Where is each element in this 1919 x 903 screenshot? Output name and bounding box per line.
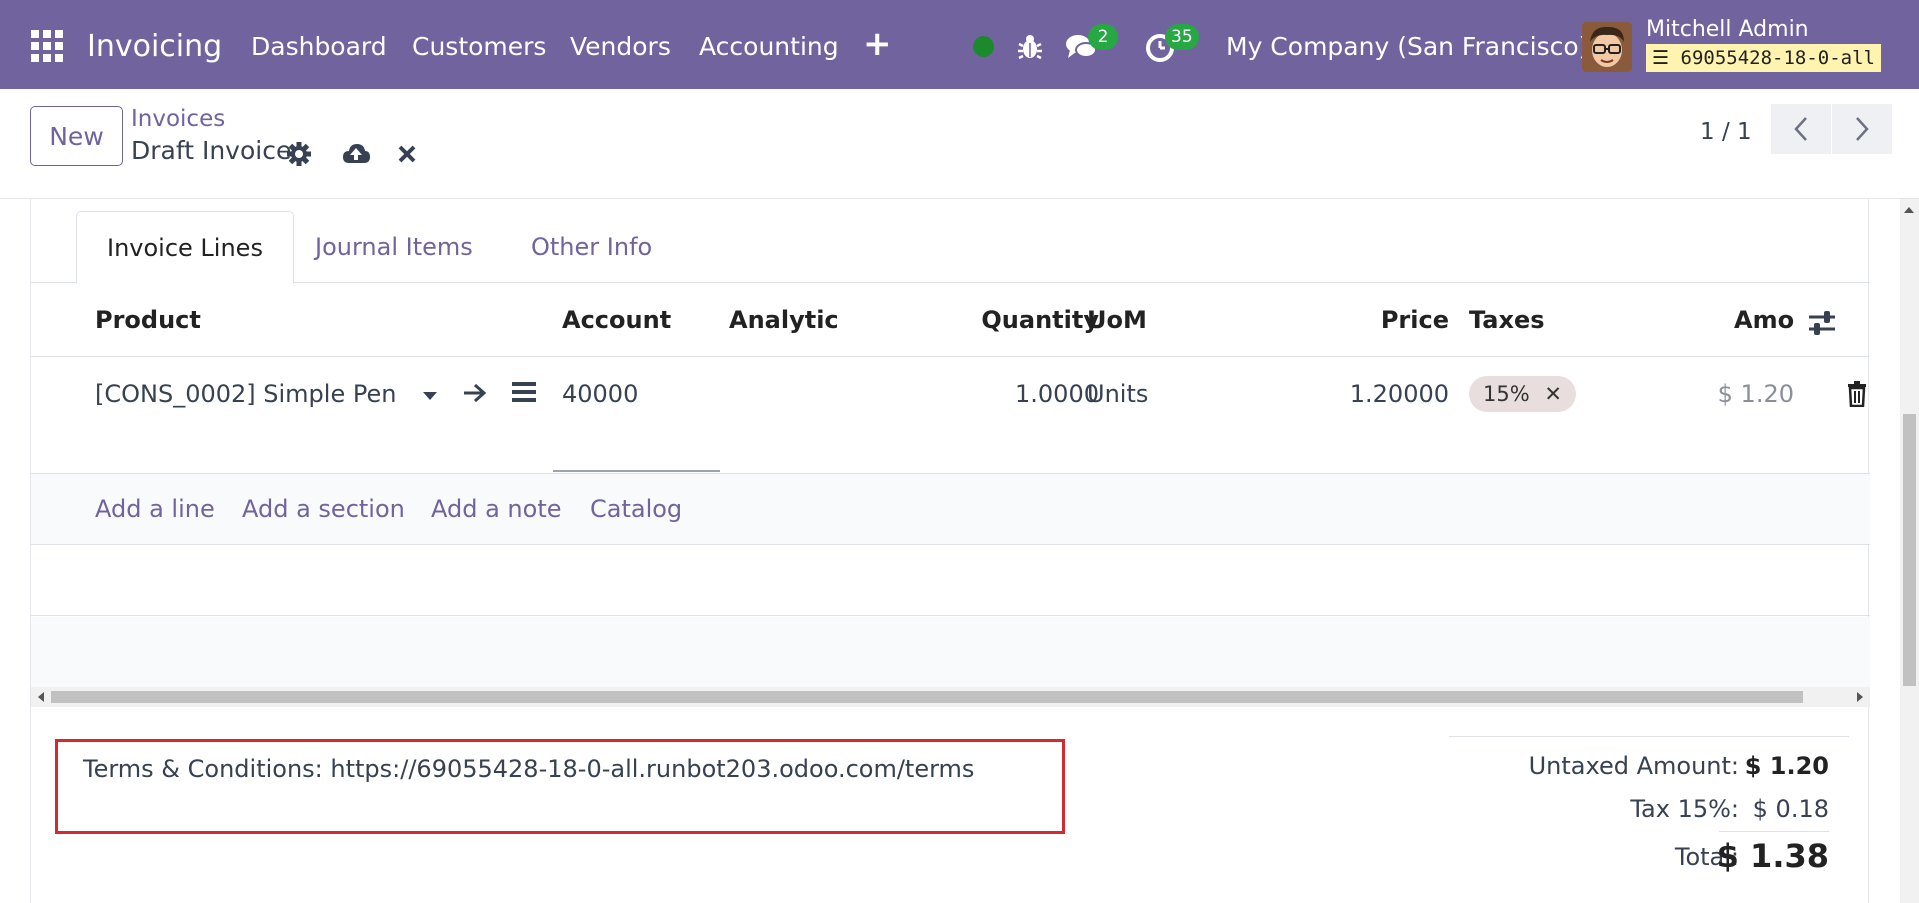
column-quantity[interactable]: Quantity: [921, 304, 1099, 336]
catalog-link[interactable]: Catalog: [590, 493, 682, 525]
tax-tag-label: 15%: [1483, 382, 1530, 406]
plus-icon[interactable]: +: [863, 25, 892, 63]
menu-customers[interactable]: Customers: [412, 31, 546, 63]
divider: [1719, 831, 1829, 832]
column-account[interactable]: Account: [562, 304, 671, 336]
terms-highlight-box[interactable]: Terms & Conditions: https://69055428-18-…: [55, 739, 1065, 834]
cell-focus-underline: [553, 470, 720, 472]
database-badge: ☰ 69055428-18-0-all: [1646, 44, 1881, 72]
app-grid-icon[interactable]: [31, 30, 63, 62]
bug-icon[interactable]: [1013, 30, 1047, 64]
column-amount[interactable]: Amou: [1734, 304, 1794, 336]
activities-badge: 35: [1165, 24, 1199, 50]
tab-journal-items[interactable]: Journal Items: [285, 211, 503, 283]
column-product[interactable]: Product: [95, 304, 201, 336]
untaxed-amount-label: Untaxed Amount:: [1528, 752, 1739, 780]
user-name[interactable]: Mitchell Admin: [1646, 16, 1809, 44]
column-taxes[interactable]: Taxes: [1469, 304, 1545, 336]
divider: [1449, 736, 1849, 737]
tax-tag: 15% ✕: [1469, 376, 1576, 412]
menu-vendors[interactable]: Vendors: [570, 31, 671, 63]
menu-dashboard[interactable]: Dashboard: [251, 31, 387, 63]
gear-icon[interactable]: [284, 139, 314, 169]
breadcrumb-current: Draft Invoice: [131, 136, 292, 165]
optional-columns-icon[interactable]: [1807, 310, 1837, 336]
add-line-link[interactable]: Add a line: [95, 493, 215, 525]
row-product[interactable]: [CONS_0002] Simple Pen: [95, 378, 396, 410]
terms-conditions[interactable]: Terms & Conditions: https://69055428-18-…: [83, 753, 974, 785]
trash-icon[interactable]: [1846, 381, 1868, 407]
menu-accounting[interactable]: Accounting: [699, 31, 839, 63]
tax-value: $ 0.18: [1752, 795, 1829, 823]
control-panel: New Invoices Draft Invoice 1 / 1: [0, 89, 1919, 199]
user-avatar[interactable]: [1582, 22, 1632, 72]
empty-row: [31, 617, 1870, 687]
column-uom[interactable]: UoM: [1087, 304, 1147, 336]
tab-other-info[interactable]: Other Info: [501, 211, 682, 283]
database-name: 69055428-18-0-all: [1680, 47, 1875, 69]
horizontal-scrollbar[interactable]: [31, 687, 1870, 707]
remove-tax-icon[interactable]: ✕: [1544, 382, 1562, 406]
database-icon: ☰: [1652, 47, 1670, 69]
pager-previous-button[interactable]: [1771, 104, 1831, 154]
menu-lines-icon[interactable]: [511, 380, 537, 404]
messages-badge: 2: [1088, 24, 1118, 50]
pager-next-button[interactable]: [1832, 104, 1892, 154]
row-uom[interactable]: Units: [1087, 378, 1148, 410]
status-dot-icon[interactable]: [973, 36, 994, 57]
tax-label: Tax 15%:: [1630, 795, 1739, 823]
scroll-right-icon[interactable]: [1857, 692, 1863, 702]
form-sheet: Invoice Lines Journal Items Other Info P…: [30, 199, 1870, 903]
tab-invoice-lines[interactable]: Invoice Lines: [76, 211, 294, 284]
scroll-left-icon[interactable]: [38, 692, 44, 702]
total-label: Total:: [1674, 843, 1739, 871]
pager-value[interactable]: 1 / 1: [1700, 116, 1752, 148]
row-price[interactable]: 1.20000: [1281, 378, 1449, 410]
cloud-upload-icon[interactable]: [341, 139, 371, 169]
notebook-tabs: Invoice Lines Journal Items Other Info: [31, 211, 1870, 284]
chevron-right-icon: [1856, 117, 1869, 141]
table-header: Product Account Analytic Quantity UoM Pr…: [31, 284, 1870, 357]
row-quantity[interactable]: 1.0000: [921, 378, 1099, 410]
add-section-link[interactable]: Add a section: [242, 493, 405, 525]
caret-down-icon[interactable]: [421, 390, 439, 402]
total-value: $ 1.38: [1716, 837, 1829, 875]
app-brand[interactable]: Invoicing: [87, 28, 222, 66]
top-navbar: Invoicing Dashboard Customers Vendors Ac…: [0, 0, 1919, 89]
breadcrumb-invoices[interactable]: Invoices: [131, 104, 225, 134]
scrollbar-thumb[interactable]: [51, 691, 1803, 703]
chevron-left-icon: [1794, 117, 1807, 141]
add-note-link[interactable]: Add a note: [431, 493, 562, 525]
untaxed-amount-value: $ 1.20: [1744, 752, 1829, 780]
discard-icon[interactable]: [392, 139, 422, 169]
scrollbar-thumb[interactable]: [1903, 414, 1916, 686]
company-switcher[interactable]: My Company (San Francisco): [1226, 31, 1588, 63]
scroll-up-icon[interactable]: [1904, 207, 1914, 213]
new-button[interactable]: New: [30, 106, 123, 166]
row-amount: $ 1.20: [1717, 380, 1794, 408]
column-price[interactable]: Price: [1331, 304, 1449, 336]
row-account[interactable]: 40000: [562, 378, 638, 410]
arrow-right-icon[interactable]: [461, 380, 489, 406]
table-row[interactable]: [CONS_0002] Simple Pen 40000 1.0000 Unit…: [31, 358, 1870, 473]
add-line-row: Add a line Add a section Add a note Cata…: [31, 473, 1870, 545]
vertical-scrollbar[interactable]: [1900, 199, 1919, 903]
empty-row: [31, 546, 1870, 616]
column-analytic[interactable]: Analytic: [729, 304, 839, 336]
